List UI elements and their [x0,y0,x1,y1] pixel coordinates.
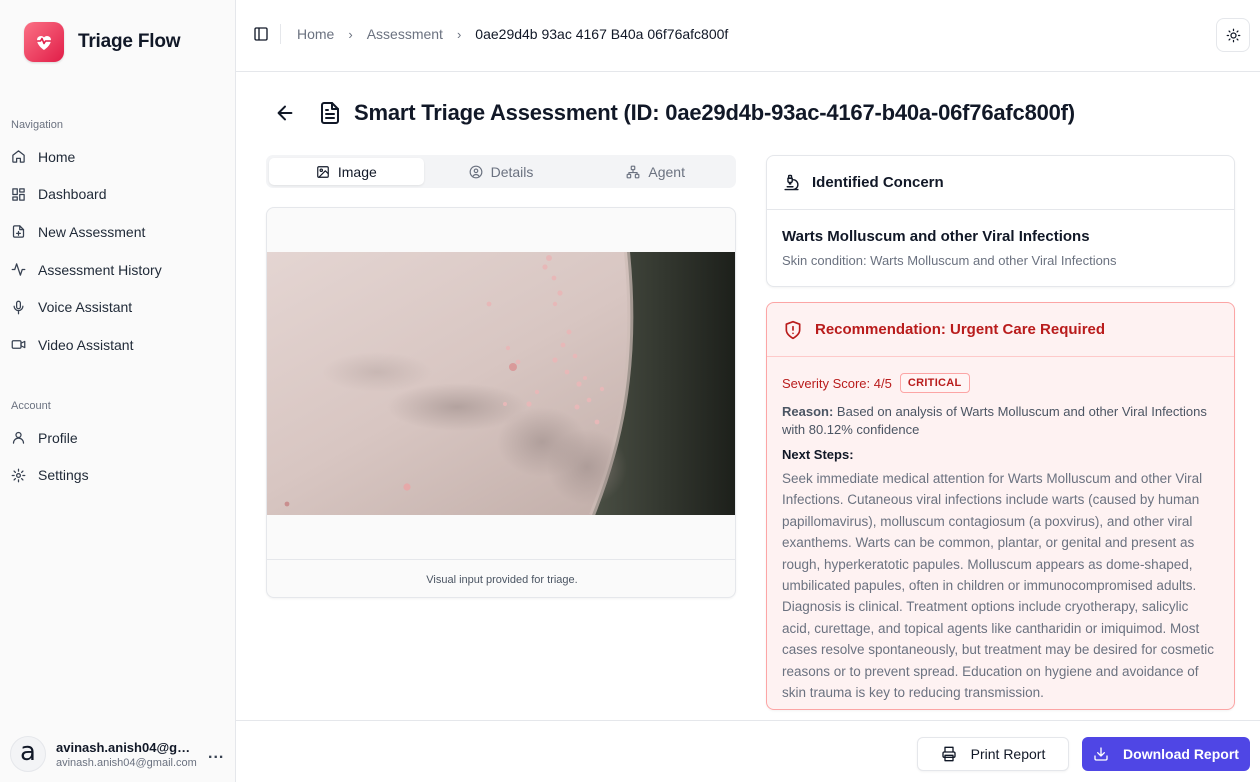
user-name: avinash.anish04@gmail.com [56,739,198,755]
sidebar-item-home[interactable]: Home [0,138,236,176]
chevron-right-icon: › [456,26,462,42]
concern-title: Warts Molluscum and other Viral Infectio… [782,228,1090,245]
mic-icon [13,300,24,315]
concern-heading: Identified Concern [812,174,944,191]
sidebar-item-label: Voice Assistant [38,299,133,316]
dashboard-icon [12,188,25,201]
sidebar-item-label: Video Assistant [38,336,134,353]
next-steps-text: Seek immediate medical attention for War… [782,471,1214,701]
footer-actions: Print Report Download Report [236,720,1260,782]
print-report-label: Print Report [970,746,1046,762]
download-report-button[interactable]: Download Report [1082,737,1250,771]
theme-toggle-button[interactable] [1216,18,1250,52]
user-icon [12,432,25,445]
printer-icon [941,746,956,762]
recommendation-card: Recommendation: Urgent Care Required Sev… [766,302,1235,710]
back-arrow-icon[interactable] [274,102,296,124]
microscope-icon [784,174,799,191]
divider [280,24,281,44]
sidebar-item-new-assessment[interactable]: New Assessment [0,213,236,251]
print-report-button[interactable]: Print Report [917,737,1069,771]
reason-text: Reason: Based on analysis of Warts Mollu… [782,403,1219,439]
sidebar-item-video-assistant[interactable]: Video Assistant [0,326,236,364]
breadcrumb-assessment[interactable]: Assessment [367,26,443,42]
sidebar-item-label: New Assessment [38,223,146,240]
network-icon [626,165,640,178]
sidebar: Triage Flow Navigation Home Dashboard Ne… [0,0,236,782]
reason-label: Reason: [782,404,834,419]
sidebar-toggle-icon[interactable] [253,26,269,42]
user-circle-icon [469,165,483,178]
image-caption: Visual input provided for triage. [267,559,735,597]
tab-label: Details [490,163,534,180]
sun-icon [1226,28,1240,42]
sidebar-item-voice-assistant[interactable]: Voice Assistant [0,288,236,326]
image-card: Visual input provided for triage. [266,207,736,598]
tab-image[interactable]: Image [269,158,424,185]
sidebar-item-label: Assessment History [38,261,162,278]
reason-value: Based on analysis of Warts Molluscum and… [782,404,1207,437]
page-header: Smart Triage Assessment (ID: 0ae29d4b-93… [274,100,1075,126]
file-text-icon [321,102,339,124]
brand-name: Triage Flow [78,31,181,52]
tab-details[interactable]: Details [424,158,579,185]
more-icon[interactable]: ... [208,745,224,763]
page-title: Smart Triage Assessment (ID: 0ae29d4b-93… [354,100,1075,125]
user-email: avinash.anish04@gmail.com [56,756,197,769]
sidebar-item-label: Settings [38,467,89,484]
settings-icon [11,468,26,483]
concern-subtitle: Skin condition: Warts Molluscum and othe… [782,253,1117,268]
navigation-group-label: Navigation [11,119,63,131]
breadcrumb: Home › Assessment › 0ae29d4b 93ac 4167 B… [297,26,728,42]
sidebar-item-profile[interactable]: Profile [0,419,236,457]
chevron-right-icon: › [348,26,353,42]
download-report-label: Download Report [1123,746,1239,762]
home-icon [12,150,25,164]
account-list: Profile Settings [0,419,236,494]
recommendation-heading: Recommendation: Urgent Care Required [815,321,1106,338]
video-icon [11,340,26,350]
breadcrumb-home[interactable]: Home [297,26,334,42]
activity-icon [11,263,26,276]
sidebar-item-label: Dashboard [38,186,107,203]
user-info: avinash.anish04@gmail.com avinash.anish0… [56,740,198,769]
avatar: a [10,736,46,772]
heart-pulse-icon [24,22,64,62]
next-steps-label: Next Steps: [782,447,854,462]
download-icon [1094,747,1108,761]
brand[interactable]: Triage Flow [24,22,181,62]
nav-list: Home Dashboard New Assessment Assessment… [0,138,236,364]
concern-header: Identified Concern [767,156,1234,210]
sidebar-item-assessment-history[interactable]: Assessment History [0,251,236,289]
sidebar-item-label: Home [38,148,76,165]
tab-label: Agent [648,163,685,180]
sidebar-item-label: Profile [38,429,78,446]
status-badge: CRITICAL [899,373,970,393]
severity-score: Severity Score: 4/5 [782,375,892,391]
tab-agent[interactable]: Agent [578,158,733,185]
breadcrumb-current: 0ae29d4b 93ac 4167 B40a 06f76afc800f [475,26,729,42]
recommendation-header: Recommendation: Urgent Care Required [767,303,1234,357]
top-bar: Home › Assessment › 0ae29d4b 93ac 4167 B… [236,0,1260,72]
file-plus-icon [12,225,25,239]
image-icon [317,165,329,178]
account-group-label: Account [11,400,51,412]
sidebar-item-settings[interactable]: Settings [0,457,236,495]
sidebar-item-dashboard[interactable]: Dashboard [0,176,236,214]
user-menu[interactable]: a avinash.anish04@gmail.com avinash.anis… [10,735,226,773]
tab-list: Image Details Agent [266,155,736,188]
identified-concern-card: Identified Concern Warts Molluscum and o… [766,155,1235,287]
tab-label: Image [337,163,377,180]
skin-photo [267,252,735,515]
shield-alert-icon [785,320,801,339]
